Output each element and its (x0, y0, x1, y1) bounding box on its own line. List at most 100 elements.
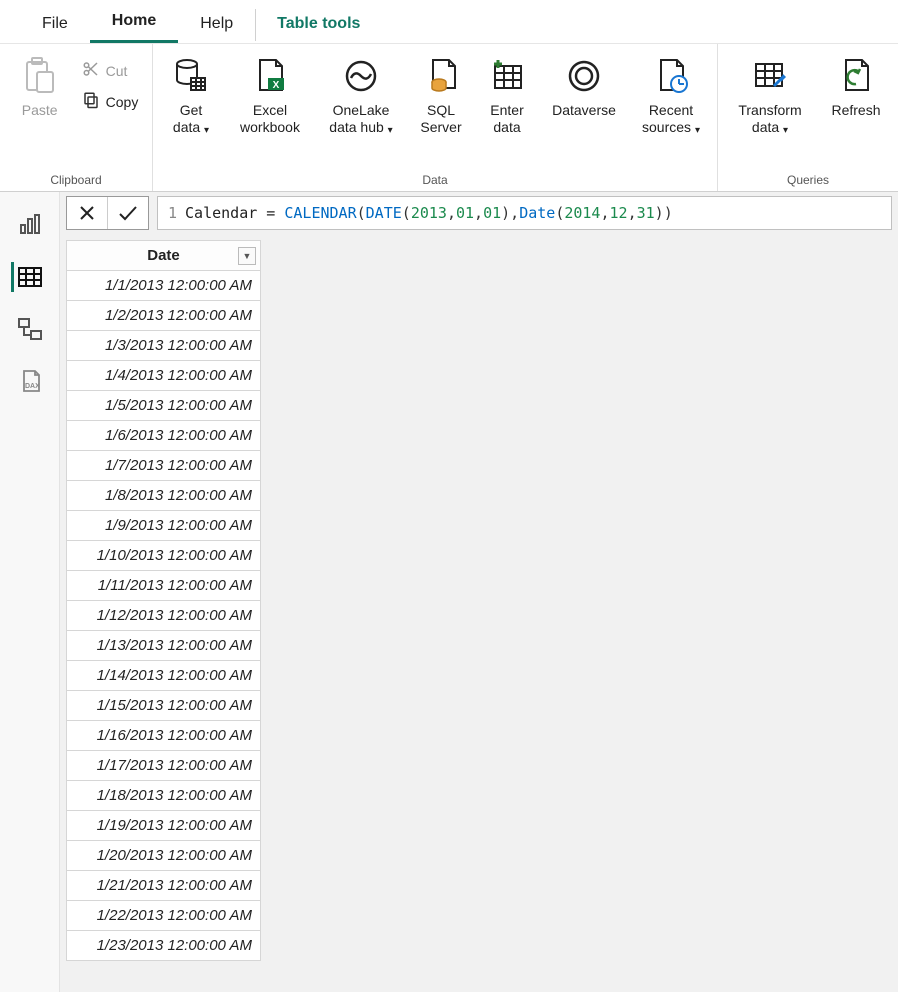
table-row[interactable]: 1/2/2013 12:00:00 AM (67, 301, 261, 331)
table-row[interactable]: 1/19/2013 12:00:00 AM (67, 811, 261, 841)
table-row[interactable]: 1/9/2013 12:00:00 AM (67, 511, 261, 541)
refresh-icon (836, 54, 876, 98)
refresh-button[interactable]: Refresh (824, 54, 888, 119)
transform-data-button[interactable]: Transform data ▾ (728, 54, 812, 136)
cell-date[interactable]: 1/23/2013 12:00:00 AM (67, 931, 261, 961)
cell-date[interactable]: 1/6/2013 12:00:00 AM (67, 421, 261, 451)
cell-date[interactable]: 1/19/2013 12:00:00 AM (67, 811, 261, 841)
get-data-label: Get data (173, 102, 202, 135)
group-clipboard-label: Clipboard (50, 173, 101, 189)
formula-text: Calendar = CALENDAR(DATE(2013,01,01),Dat… (185, 204, 673, 222)
table-row[interactable]: 1/14/2013 12:00:00 AM (67, 661, 261, 691)
tab-help[interactable]: Help (178, 5, 255, 43)
cell-date[interactable]: 1/7/2013 12:00:00 AM (67, 451, 261, 481)
table-row[interactable]: 1/20/2013 12:00:00 AM (67, 841, 261, 871)
excel-workbook-button[interactable]: X Excel workbook (231, 54, 309, 136)
table-row[interactable]: 1/12/2013 12:00:00 AM (67, 601, 261, 631)
onelake-button[interactable]: OneLake data hub ▾ (321, 54, 401, 136)
cell-date[interactable]: 1/21/2013 12:00:00 AM (67, 871, 261, 901)
column-filter-button[interactable]: ▼ (238, 247, 256, 265)
cell-date[interactable]: 1/5/2013 12:00:00 AM (67, 391, 261, 421)
tab-home[interactable]: Home (90, 2, 178, 43)
cell-date[interactable]: 1/17/2013 12:00:00 AM (67, 751, 261, 781)
svg-text:X: X (273, 80, 280, 91)
table-row[interactable]: 1/5/2013 12:00:00 AM (67, 391, 261, 421)
cell-date[interactable]: 1/11/2013 12:00:00 AM (67, 571, 261, 601)
table-row[interactable]: 1/13/2013 12:00:00 AM (67, 631, 261, 661)
cell-date[interactable]: 1/14/2013 12:00:00 AM (67, 661, 261, 691)
table-row[interactable]: 1/17/2013 12:00:00 AM (67, 751, 261, 781)
tab-table-tools[interactable]: Table tools (255, 5, 382, 43)
cell-date[interactable]: 1/9/2013 12:00:00 AM (67, 511, 261, 541)
nav-model-view[interactable] (13, 314, 47, 344)
onelake-icon (341, 54, 381, 98)
transform-icon (750, 54, 790, 98)
cell-date[interactable]: 1/3/2013 12:00:00 AM (67, 331, 261, 361)
table-row[interactable]: 1/18/2013 12:00:00 AM (67, 781, 261, 811)
onelake-label: OneLake data hub (329, 102, 389, 135)
main-area: 1 Calendar = CALENDAR(DATE(2013,01,01),D… (60, 192, 898, 992)
group-queries: Transform data ▾ Refresh Queries (718, 44, 898, 191)
cell-date[interactable]: 1/1/2013 12:00:00 AM (67, 271, 261, 301)
table-row[interactable]: 1/8/2013 12:00:00 AM (67, 481, 261, 511)
enter-data-label: Enter data (490, 102, 523, 136)
ribbon: Paste Cut (0, 44, 898, 192)
left-nav: DAX (0, 192, 60, 992)
enter-data-button[interactable]: Enter data (481, 54, 533, 136)
nav-data-view[interactable] (11, 262, 45, 292)
cell-date[interactable]: 1/4/2013 12:00:00 AM (67, 361, 261, 391)
formula-bar: 1 Calendar = CALENDAR(DATE(2013,01,01),D… (60, 192, 898, 234)
cell-date[interactable]: 1/13/2013 12:00:00 AM (67, 631, 261, 661)
cell-date[interactable]: 1/2/2013 12:00:00 AM (67, 301, 261, 331)
formula-line-number: 1 (168, 204, 177, 222)
table-row[interactable]: 1/10/2013 12:00:00 AM (67, 541, 261, 571)
dataverse-label: Dataverse (552, 102, 616, 119)
table-row[interactable]: 1/21/2013 12:00:00 AM (67, 871, 261, 901)
table-row[interactable]: 1/11/2013 12:00:00 AM (67, 571, 261, 601)
enter-data-icon (487, 54, 527, 98)
scissors-icon (82, 60, 100, 81)
nav-report-view[interactable] (13, 210, 47, 240)
table-row[interactable]: 1/16/2013 12:00:00 AM (67, 721, 261, 751)
excel-label: Excel workbook (240, 102, 300, 136)
nav-dax-view[interactable]: DAX (13, 366, 47, 396)
cell-date[interactable]: 1/16/2013 12:00:00 AM (67, 721, 261, 751)
recent-label: Recent sources (642, 102, 693, 135)
cell-date[interactable]: 1/12/2013 12:00:00 AM (67, 601, 261, 631)
paste-button[interactable]: Paste (12, 54, 68, 119)
cell-date[interactable]: 1/18/2013 12:00:00 AM (67, 781, 261, 811)
copy-button[interactable]: Copy (80, 89, 141, 114)
recent-sources-button[interactable]: Recent sources ▾ (635, 54, 707, 136)
table-row[interactable]: 1/3/2013 12:00:00 AM (67, 331, 261, 361)
table-row[interactable]: 1/15/2013 12:00:00 AM (67, 691, 261, 721)
sql-server-button[interactable]: SQL Server (413, 54, 469, 136)
formula-commit-box (66, 196, 149, 230)
copy-label: Copy (106, 94, 139, 110)
refresh-label: Refresh (831, 102, 880, 119)
cell-date[interactable]: 1/10/2013 12:00:00 AM (67, 541, 261, 571)
formula-input[interactable]: 1 Calendar = CALENDAR(DATE(2013,01,01),D… (157, 196, 892, 230)
excel-icon: X (250, 54, 290, 98)
table-row[interactable]: 1/6/2013 12:00:00 AM (67, 421, 261, 451)
table-row[interactable]: 1/7/2013 12:00:00 AM (67, 451, 261, 481)
group-data: Get data ▾ X Excel workbook (153, 44, 718, 191)
cell-date[interactable]: 1/8/2013 12:00:00 AM (67, 481, 261, 511)
table-row[interactable]: 1/22/2013 12:00:00 AM (67, 901, 261, 931)
get-data-button[interactable]: Get data ▾ (163, 54, 219, 136)
paste-icon (23, 54, 57, 98)
cancel-formula-button[interactable] (67, 197, 107, 229)
group-data-label: Data (422, 173, 447, 189)
tab-file[interactable]: File (20, 5, 90, 43)
table-row[interactable]: 1/23/2013 12:00:00 AM (67, 931, 261, 961)
cell-date[interactable]: 1/22/2013 12:00:00 AM (67, 901, 261, 931)
table-row[interactable]: 1/1/2013 12:00:00 AM (67, 271, 261, 301)
commit-formula-button[interactable] (108, 197, 148, 229)
dataverse-button[interactable]: Dataverse (545, 54, 623, 119)
column-header-date[interactable]: Date ▼ (67, 241, 261, 271)
data-grid: Date ▼ 1/1/2013 12:00:00 AM1/2/2013 12:0… (66, 240, 261, 961)
cell-date[interactable]: 1/15/2013 12:00:00 AM (67, 691, 261, 721)
cell-date[interactable]: 1/20/2013 12:00:00 AM (67, 841, 261, 871)
group-clipboard: Paste Cut (0, 44, 153, 191)
table-row[interactable]: 1/4/2013 12:00:00 AM (67, 361, 261, 391)
cut-button[interactable]: Cut (80, 58, 141, 83)
